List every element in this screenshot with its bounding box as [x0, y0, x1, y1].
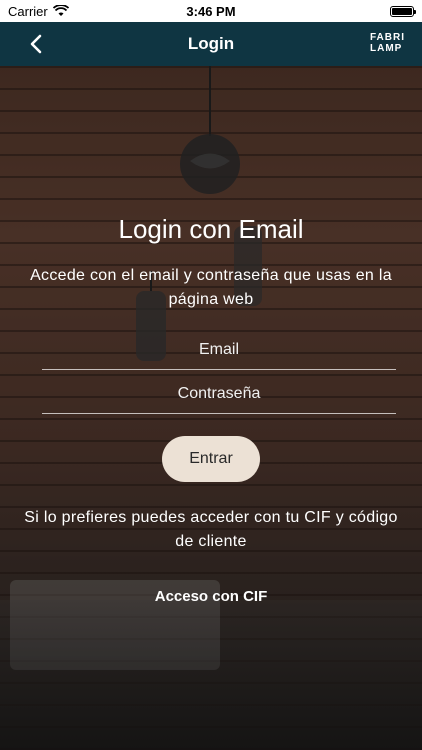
nav-bar: Login FABRI LAMP [0, 22, 422, 66]
status-left: Carrier [8, 4, 69, 19]
brand-line2: LAMP [370, 43, 403, 54]
cif-login-link[interactable]: Acceso con CIF [0, 588, 422, 605]
brand-logo: FABRI LAMP [370, 32, 408, 58]
status-bar: Carrier 3:46 PM [0, 0, 422, 22]
password-field[interactable] [42, 374, 396, 414]
battery-icon [390, 5, 416, 17]
enter-button[interactable]: Entrar [162, 436, 260, 482]
chevron-left-icon [30, 34, 42, 54]
login-subtitle: Accede con el email y contraseña que usa… [30, 267, 392, 308]
email-input[interactable] [42, 340, 396, 359]
email-field[interactable] [42, 330, 396, 370]
password-input[interactable] [42, 384, 396, 403]
brand-line1: FABRI [370, 32, 405, 43]
login-title: Login con Email [118, 214, 304, 244]
wifi-icon [52, 5, 69, 16]
carrier-label: Carrier [8, 3, 48, 19]
login-content: Login con Email Accede con el email y co… [0, 66, 422, 750]
page-title: Login [187, 34, 235, 53]
back-button[interactable] [24, 32, 48, 56]
cif-description: Si lo prefieres puedes acceder con tu CI… [24, 509, 398, 550]
